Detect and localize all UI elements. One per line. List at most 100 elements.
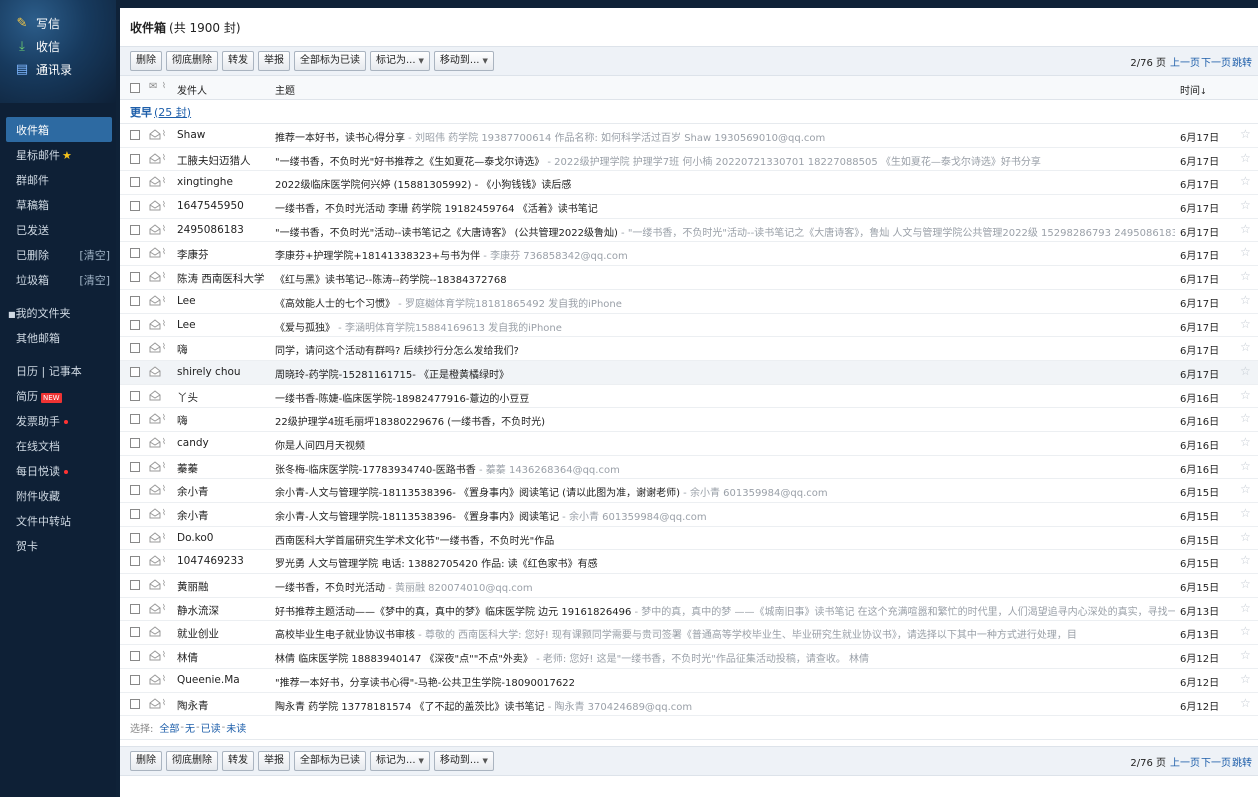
jump-page-link[interactable]: 跳转 (1232, 54, 1252, 69)
select-read-link[interactable]: 已读 (201, 720, 221, 735)
row-checkbox[interactable] (130, 272, 140, 283)
row-checkbox[interactable] (130, 651, 140, 662)
select-all-checkbox[interactable] (130, 83, 140, 93)
receive-button[interactable]: ⤓ 收信 (0, 35, 116, 58)
sidebar-item-starred[interactable]: 星标邮件 ★ (0, 142, 116, 167)
row-checkbox[interactable] (130, 319, 140, 330)
table-row[interactable]: ⌇ 余小青 余小青-人文与管理学院-18113538396- 《置身事内》阅读笔记 … (120, 503, 1258, 527)
report-button[interactable]: 举报 (258, 751, 290, 772)
delete-forever-button[interactable]: 彻底删除 (166, 51, 218, 71)
sidebar-item-spam[interactable]: 垃圾箱 [清空] (0, 267, 116, 292)
table-row[interactable]: shirely chou 周晓玲-药学院-15281161715- 《正是橙黄橘绿… (120, 360, 1258, 385)
row-checkbox[interactable] (130, 580, 140, 591)
star-icon[interactable]: ☆ (1240, 530, 1251, 544)
row-checkbox[interactable] (130, 556, 140, 567)
sidebar-item-cards[interactable]: 贺卡 (0, 533, 116, 558)
row-checkbox[interactable] (130, 627, 140, 638)
row-checkbox[interactable] (130, 295, 140, 306)
table-row[interactable]: ⌇ 工腋夫妇迈猎人 "一缕书香，不负时光"好书推荐之《生如夏花—泰戈尔诗选》 - 2… (120, 148, 1258, 172)
table-row[interactable]: ⌇ Lee 《爱与孤独》 - 李涵明体育学院15884169613 发自我的iPho… (120, 314, 1258, 338)
star-icon[interactable]: ☆ (1240, 340, 1251, 354)
table-row[interactable]: ⌇ 1647545950 一缕书香，不负时光活动 李珊 药学院 1918245976… (120, 195, 1258, 219)
clear-deleted-link[interactable]: [清空] (79, 247, 110, 263)
star-icon[interactable]: ☆ (1240, 553, 1251, 567)
table-row[interactable]: ⌇ 嗨 22级护理学4班毛丽坪18380229676 (一缕书香，不负时光) 6月16… (120, 408, 1258, 432)
mark-as-dropdown[interactable]: 标记为... ▼ (370, 51, 430, 71)
table-row[interactable]: ⌇ 余小青 余小青-人文与管理学院-18113538396- 《置身事内》阅读笔记 … (120, 479, 1258, 503)
star-icon[interactable]: ☆ (1240, 506, 1251, 520)
star-icon[interactable]: ☆ (1240, 222, 1251, 236)
row-checkbox[interactable] (130, 485, 140, 496)
row-checkbox[interactable] (130, 153, 140, 164)
row-checkbox[interactable] (130, 674, 140, 685)
table-row[interactable]: ⌇ xingtinghe 2022级临床医学院何兴婷 (15881305992) -… (120, 171, 1258, 196)
select-all-link[interactable]: 全部 (159, 720, 179, 735)
row-checkbox[interactable] (130, 509, 140, 519)
row-checkbox[interactable] (130, 248, 140, 259)
star-icon[interactable]: ☆ (1240, 198, 1251, 212)
mark-as-dropdown[interactable]: 标记为... ▼ (370, 751, 430, 772)
row-checkbox[interactable] (130, 390, 140, 401)
star-icon[interactable]: ☆ (1240, 151, 1251, 165)
table-row[interactable]: 就业创业 高校毕业生电子就业协议书审核 - 尊敬的 西南医科大学: 您好! 现有课… (120, 621, 1258, 646)
delete-button[interactable]: 删除 (130, 51, 162, 71)
delete-button[interactable]: 删除 (130, 751, 162, 772)
sender-column-header[interactable]: 发件人 (177, 82, 207, 97)
table-row[interactable]: ⌇ 1047469233 罗光勇 人文与管理学院 电话: 13882705420 作… (120, 550, 1258, 575)
sidebar-item-my-folders[interactable]: ■我的文件夹 (0, 300, 116, 325)
star-icon[interactable]: ☆ (1240, 388, 1251, 402)
table-row[interactable]: ⌇ 嗨 同学，请问这个活动有群吗? 后续抄行分怎么发给我们? 6月17日 ☆ (120, 337, 1258, 361)
row-checkbox[interactable] (130, 366, 140, 377)
star-icon[interactable]: ☆ (1240, 411, 1251, 425)
contacts-button[interactable]: ▤ 通讯录 (0, 58, 116, 81)
prev-page-link[interactable]: 上一页 (1170, 54, 1200, 69)
sidebar-item-resume[interactable]: 简历 NEW (0, 383, 116, 408)
table-row[interactable]: ⌇ 蓁蓁 张冬梅-临床医学院-17783934740-医路书香 - 蓁蓁 14362… (120, 456, 1258, 480)
table-row[interactable]: ⌇ Queenie.Ma "推荐一本好书，分享读书心得"-马艳-公共卫生学院-180… (120, 669, 1258, 693)
star-icon[interactable]: ☆ (1240, 293, 1251, 307)
sidebar-item-other-mailbox[interactable]: 其他邮箱 (0, 325, 116, 350)
sidebar-item-attachments[interactable]: 附件收藏 (0, 483, 116, 508)
table-row[interactable]: ⌇ 静水流深 好书推荐主题活动——《梦中的真，真中的梦》临床医学院 边元 19161… (120, 598, 1258, 622)
star-icon[interactable]: ☆ (1240, 459, 1251, 473)
table-row[interactable]: ⌇ 林倩 林倩 临床医学院 18883940147 《深夜"点""不点"外卖》 - … (120, 645, 1258, 669)
row-checkbox[interactable] (130, 603, 140, 614)
report-button[interactable]: 举报 (258, 51, 290, 71)
table-row[interactable]: ⌇ 陈涛 西南医科大学 《红与黑》读书笔记--陈涛--药学院--1838437276… (120, 266, 1258, 290)
select-unread-link[interactable]: 未读 (226, 720, 246, 735)
row-checkbox[interactable] (130, 343, 140, 354)
sidebar-item-file-transfer[interactable]: 文件中转站 (0, 508, 116, 533)
row-checkbox[interactable] (130, 532, 140, 543)
row-checkbox[interactable] (130, 414, 140, 425)
sidebar-item-docs[interactable]: 在线文档 (0, 433, 116, 458)
table-row[interactable]: ⌇ 黄丽融 一缕书香，不负时光活动 - 黄丽融 820074010@qq.com 6月… (120, 574, 1258, 598)
star-icon[interactable]: ☆ (1240, 648, 1251, 662)
star-icon[interactable]: ☆ (1240, 174, 1251, 188)
row-checkbox[interactable] (130, 461, 140, 472)
star-icon[interactable]: ☆ (1240, 317, 1251, 331)
row-checkbox[interactable] (130, 224, 140, 235)
row-checkbox[interactable] (130, 130, 140, 140)
row-checkbox[interactable] (130, 698, 140, 709)
sidebar-item-daily-read[interactable]: 每日悦读 (0, 458, 116, 483)
row-checkbox[interactable] (130, 201, 140, 212)
sidebar-item-group-mail[interactable]: 群邮件 (0, 167, 116, 192)
subject-column-header[interactable]: 主题 (275, 82, 295, 97)
table-row[interactable]: ⌇ Shaw 推荐一本好书，读书心得分享 - 刘昭伟 药学院 19387700614… (120, 124, 1258, 148)
table-row[interactable]: ⌇ candy 你是人间四月天视频 6月16日 ☆ (120, 432, 1258, 456)
mark-all-read-button[interactable]: 全部标为已读 (294, 751, 366, 772)
star-icon[interactable]: ☆ (1240, 624, 1251, 638)
clear-spam-link[interactable]: [清空] (79, 272, 110, 288)
time-column-header[interactable]: 时间↓ (1180, 82, 1207, 97)
next-page-link[interactable]: 下一页 (1201, 54, 1231, 69)
sidebar-item-drafts[interactable]: 草稿箱 (0, 192, 116, 217)
star-icon[interactable]: ☆ (1240, 696, 1251, 710)
forward-button[interactable]: 转发 (222, 51, 254, 71)
table-row[interactable]: ⌇ Lee 《高效能人士的七个习惯》 - 罗庭樾体育学院18181865492 发自… (120, 290, 1258, 314)
row-checkbox[interactable] (130, 177, 140, 188)
row-checkbox[interactable] (130, 437, 140, 448)
mark-all-read-button[interactable]: 全部标为已读 (294, 51, 366, 71)
sidebar-item-sent[interactable]: 已发送 (0, 217, 116, 242)
star-icon[interactable]: ☆ (1240, 269, 1251, 283)
move-to-dropdown[interactable]: 移动到... ▼ (433, 751, 494, 772)
